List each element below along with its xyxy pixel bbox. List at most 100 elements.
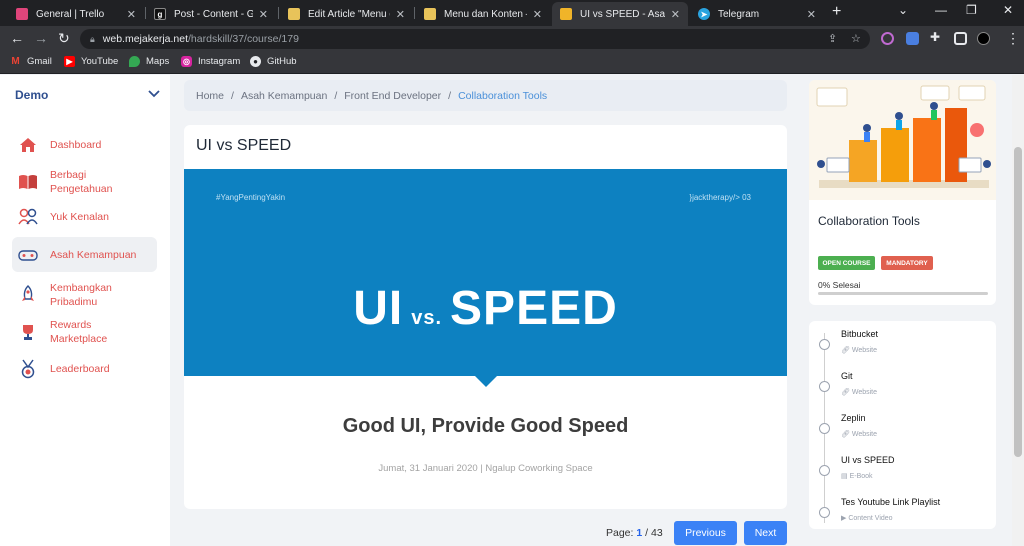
browser-tab[interactable]: ➤ Telegram ✕ bbox=[690, 2, 824, 26]
link-icon: 🔗︎ bbox=[841, 431, 852, 438]
browser-tab[interactable]: General | Trello ✕ bbox=[8, 2, 144, 26]
lesson-status-dot bbox=[819, 381, 830, 392]
lock-icon: 🔒︎ bbox=[90, 33, 95, 44]
bookmark-label: Maps bbox=[146, 56, 170, 67]
close-icon[interactable]: ✕ bbox=[396, 8, 405, 21]
tab-title: Post - Content - Graph bbox=[174, 8, 253, 20]
slide-big-title: UI vs. SPEED bbox=[184, 281, 787, 336]
bookmark-github[interactable]: ● GitHub bbox=[250, 56, 297, 67]
close-icon[interactable]: ✕ bbox=[259, 8, 268, 21]
sidebar-item-label: Kembangkan Pribadimu bbox=[50, 282, 112, 308]
breadcrumb-front-end-developer[interactable]: Front End Developer bbox=[344, 90, 441, 102]
sidebar-item-leaderboard[interactable]: Leaderboard bbox=[12, 357, 157, 381]
lesson-type: 🔗︎ Website bbox=[841, 430, 877, 438]
scrollbar-thumb[interactable] bbox=[1014, 147, 1022, 457]
bookmark-label: Instagram bbox=[198, 56, 241, 67]
sidebar-item-yuk-kenalan[interactable]: Yuk Kenalan bbox=[12, 205, 157, 229]
forward-icon[interactable]: → bbox=[34, 30, 48, 46]
close-icon[interactable]: ✕ bbox=[127, 8, 136, 21]
browser-tab[interactable]: Edit Article "Menu dan ✕ bbox=[280, 2, 413, 26]
browser-tab[interactable]: Menu dan Konten – M ✕ bbox=[416, 2, 550, 26]
slide-big-right: SPEED bbox=[450, 282, 618, 335]
progress-bar bbox=[818, 292, 988, 295]
lesson-status-dot bbox=[819, 423, 830, 434]
bookmark-gmail[interactable]: M Gmail bbox=[10, 56, 51, 67]
workspace-switcher[interactable]: Demo bbox=[15, 88, 160, 102]
breadcrumb-separator: / bbox=[334, 89, 338, 102]
page-icon bbox=[288, 8, 300, 20]
previous-button[interactable]: Previous bbox=[674, 521, 737, 545]
page-icon bbox=[424, 8, 436, 20]
sidebar-item-berbagi-pengetahuan[interactable]: Berbagi Pengetahuan bbox=[12, 169, 157, 195]
lesson-type: 🔗︎ Website bbox=[841, 388, 877, 396]
breadcrumb-home[interactable]: Home bbox=[196, 90, 224, 102]
slide-big-left: UI bbox=[353, 282, 404, 335]
breadcrumb-separator: / bbox=[448, 89, 452, 102]
url-path: /hardskill/37/course/179 bbox=[188, 33, 299, 45]
slide-hashtag: #YangPentingYakin bbox=[216, 193, 286, 202]
lesson-item[interactable]: Git 🔗︎ Website bbox=[809, 371, 996, 405]
instagram-icon: ◎ bbox=[181, 56, 192, 67]
url-input[interactable]: 🔒︎ web.mejakerja.net /hardskill/37/cours… bbox=[80, 29, 870, 49]
reload-icon[interactable]: ↻ bbox=[58, 30, 70, 47]
next-button[interactable]: Next bbox=[744, 521, 787, 545]
document-icon: ▤ bbox=[841, 473, 850, 480]
lesson-item[interactable]: Tes Youtube Link Playlist ▶ Content Vide… bbox=[809, 497, 996, 527]
tab-search-icon[interactable]: ⌄ bbox=[898, 3, 908, 17]
browser-tab[interactable]: g Post - Content - Graph ✕ bbox=[146, 2, 276, 26]
tab-title: UI vs SPEED - Asah Ke bbox=[580, 8, 665, 20]
lesson-type: ▤ E-Book bbox=[841, 472, 873, 480]
sidebar-item-label: Dashboard bbox=[50, 139, 102, 151]
book-icon bbox=[18, 172, 38, 192]
tab-title: General | Trello bbox=[36, 8, 105, 20]
bookmark-instagram[interactable]: ◎ Instagram bbox=[181, 56, 240, 67]
sidebar-item-label: Berbagi Pengetahuan bbox=[50, 169, 113, 195]
sidebar-item-asah-kemampuan[interactable]: Asah Kemampuan bbox=[12, 237, 157, 272]
telegram-icon: ➤ bbox=[698, 8, 710, 20]
page-current: 1 bbox=[636, 527, 643, 539]
side-panel-icon[interactable] bbox=[954, 32, 967, 45]
course-card: Collaboration Tools OPEN COURSE MANDATOR… bbox=[809, 80, 996, 305]
breadcrumb-asah-kemampuan[interactable]: Asah Kemampuan bbox=[241, 90, 327, 102]
restore-icon[interactable]: ❐ bbox=[966, 3, 977, 17]
lesson-name: Bitbucket bbox=[841, 329, 879, 339]
sidebar-item-kembangkan-pribadimu[interactable]: Kembangkan Pribadimu bbox=[12, 278, 157, 312]
lesson-type-label: Website bbox=[851, 389, 878, 396]
new-tab-button[interactable]: + bbox=[832, 3, 841, 21]
sidebar-item-dashboard[interactable]: Dashboard bbox=[12, 133, 157, 157]
bookmark-youtube[interactable]: ▶ YouTube bbox=[64, 56, 118, 67]
extension-color-icon[interactable] bbox=[881, 32, 894, 45]
gamepad-icon bbox=[18, 245, 38, 265]
minimize-icon[interactable]: — bbox=[935, 3, 947, 17]
tab-title: Edit Article "Menu dan bbox=[308, 8, 390, 20]
content-viewer: UI vs SPEED #YangPentingYakin }jackthera… bbox=[184, 125, 787, 509]
lesson-type-label: E-Book bbox=[849, 473, 873, 480]
browser-tab-active[interactable]: UI vs SPEED - Asah Ke ✕ bbox=[552, 2, 688, 26]
bookmark-star-icon[interactable]: ☆ bbox=[851, 32, 861, 45]
close-icon[interactable]: ✕ bbox=[671, 8, 680, 21]
menu-kebab-icon[interactable]: ⋮ bbox=[1006, 30, 1020, 47]
extension-doc-icon[interactable] bbox=[906, 32, 919, 45]
bookmark-label: YouTube bbox=[81, 56, 119, 67]
lesson-item-active[interactable]: UI vs SPEED ▤ E-Book bbox=[809, 455, 996, 489]
link-icon: 🔗︎ bbox=[841, 389, 852, 396]
profile-avatar[interactable] bbox=[977, 32, 990, 45]
address-bar: ← → ↻ 🔒︎ web.mejakerja.net /hardskill/37… bbox=[0, 26, 1024, 52]
bookmark-maps[interactable]: Maps bbox=[129, 56, 169, 67]
sidebar-item-rewards-marketplace[interactable]: Rewards Marketplace bbox=[12, 319, 157, 345]
course-illustration bbox=[809, 80, 996, 200]
tab-title: Telegram bbox=[718, 8, 760, 20]
close-icon[interactable]: ✕ bbox=[807, 8, 816, 21]
lesson-list: Bitbucket 🔗︎ Website Git 🔗︎ Website Zepl… bbox=[809, 321, 996, 529]
close-icon[interactable]: ✕ bbox=[533, 8, 542, 21]
page-scrollbar[interactable] bbox=[1012, 75, 1024, 546]
lesson-status-dot bbox=[819, 507, 830, 518]
lesson-item[interactable]: Zeplin 🔗︎ Website bbox=[809, 413, 996, 447]
extensions-puzzle-icon[interactable]: ✚ bbox=[930, 30, 943, 44]
close-window-icon[interactable]: ✕ bbox=[1003, 3, 1013, 17]
course-title: Collaboration Tools bbox=[818, 214, 920, 228]
back-icon[interactable]: ← bbox=[10, 30, 24, 46]
lesson-item[interactable]: Bitbucket 🔗︎ Website bbox=[809, 329, 996, 363]
chevron-down-icon bbox=[148, 89, 160, 101]
share-icon[interactable]: ⇪ bbox=[828, 32, 837, 45]
